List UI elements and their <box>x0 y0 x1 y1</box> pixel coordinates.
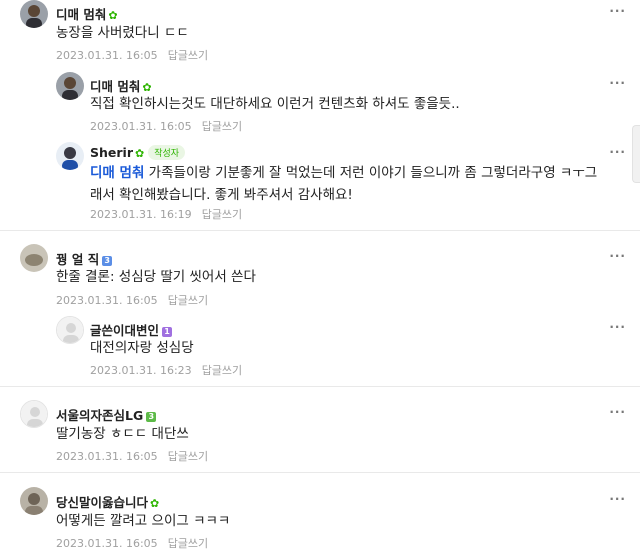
comment-date: 2023.01.31. 16:05 <box>90 120 192 133</box>
reply-button[interactable]: 답글쓰기 <box>202 364 242 377</box>
comment-date: 2023.01.31. 16:05 <box>56 294 158 307</box>
comment-meta: 2023.01.31. 16:05 답글쓰기 <box>56 448 208 464</box>
comment-date: 2023.01.31. 16:19 <box>90 208 192 221</box>
more-options-button[interactable]: ··· <box>609 320 626 334</box>
comment-body: 대전의자랑 성심당 <box>90 340 194 356</box>
reply-button[interactable]: 답글쓰기 <box>168 450 208 463</box>
more-options-button[interactable]: ··· <box>609 145 626 159</box>
comment-author[interactable]: Sherir ✿ 작성자 <box>90 145 186 160</box>
more-options-button[interactable]: ··· <box>609 4 626 18</box>
more-options-button[interactable]: ··· <box>609 405 626 419</box>
comment-meta: 2023.01.31. 16:05 답글쓰기 <box>56 535 208 551</box>
divider <box>0 472 640 473</box>
comment-text: 래서 확인해봤습니다. 좋게 봐주셔서 감사해요! <box>90 187 353 203</box>
author-badge: 작성자 <box>148 145 186 160</box>
leaf-icon: ✿ <box>108 9 118 22</box>
comment-author[interactable]: 당신말이옳습니다 ✿ <box>56 492 159 511</box>
leaf-icon: ✿ <box>135 147 145 160</box>
author-name[interactable]: 당신말이옳습니다 <box>56 495 148 510</box>
comment-body: 디매 멈춰 가족들이랑 기분좋게 잘 먹었는데 저런 이야기 들으니까 좀 그렇… <box>90 162 630 206</box>
avatar[interactable] <box>56 72 84 100</box>
avatar[interactable] <box>56 316 84 344</box>
comment-body: 딸기농장 ㅎㄷㄷ 대단쓰 <box>56 426 189 442</box>
author-name[interactable]: 꿩 얼 직 <box>56 252 99 267</box>
mention-link[interactable]: 디매 멈춰 <box>90 165 144 181</box>
more-options-button[interactable]: ··· <box>609 76 626 90</box>
author-name[interactable]: 글쓴이대변인 <box>90 323 159 338</box>
comment-date: 2023.01.31. 16:23 <box>90 364 192 377</box>
author-name[interactable]: 서울의자존심LG <box>56 408 143 423</box>
level-badge: 3 <box>146 412 157 422</box>
reply-button[interactable]: 답글쓰기 <box>202 208 242 221</box>
divider <box>0 230 640 231</box>
avatar[interactable] <box>20 487 48 515</box>
comment-date: 2023.01.31. 16:05 <box>56 537 158 550</box>
more-options-button[interactable]: ··· <box>609 492 626 506</box>
avatar[interactable] <box>20 244 48 272</box>
avatar[interactable] <box>56 142 84 170</box>
level-badge: 1 <box>162 327 173 337</box>
more-options-button[interactable]: ··· <box>609 249 626 263</box>
reply-button[interactable]: 답글쓰기 <box>168 49 208 62</box>
comment-author[interactable]: 서울의자존심LG 3 <box>56 405 157 424</box>
author-name[interactable]: 디매 멈춰 <box>90 79 140 94</box>
level-badge: 3 <box>102 256 113 266</box>
reply-button[interactable]: 답글쓰기 <box>168 537 208 550</box>
comment-author[interactable]: 디매 멈춰 ✿ <box>56 4 118 23</box>
comment-meta: 2023.01.31. 16:05 답글쓰기 <box>56 47 208 63</box>
avatar[interactable] <box>20 0 48 28</box>
author-name[interactable]: 디매 멈춰 <box>56 7 106 22</box>
comment-meta: 2023.01.31. 16:05 답글쓰기 <box>90 118 242 134</box>
comment-body: 어떻게든 깔려고 으이그 ㅋㅋㅋ <box>56 513 231 529</box>
comment-text: 가족들이랑 기분좋게 잘 먹었는데 저런 이야기 들으니까 좀 그렇더라구영 ㅋ… <box>144 165 598 181</box>
comment-meta: 2023.01.31. 16:23 답글쓰기 <box>90 362 242 378</box>
comment-date: 2023.01.31. 16:05 <box>56 49 158 62</box>
comment-body: 한줄 결론: 성심당 딸기 씻어서 쓴다 <box>56 269 256 285</box>
comment-body: 직접 확인하시는것도 대단하세요 이런거 컨텐츠화 하셔도 좋을듯.. <box>90 96 460 112</box>
avatar[interactable] <box>20 400 48 428</box>
reply-button[interactable]: 답글쓰기 <box>168 294 208 307</box>
divider <box>0 386 640 387</box>
comment-meta: 2023.01.31. 16:05 답글쓰기 <box>56 292 208 308</box>
comment-meta: 2023.01.31. 16:19 답글쓰기 <box>90 206 242 222</box>
reply-button[interactable]: 답글쓰기 <box>202 120 242 133</box>
leaf-icon: ✿ <box>150 497 160 510</box>
comment-body: 농장을 사버렸다니 ㄷㄷ <box>56 25 189 41</box>
scrollbar[interactable] <box>632 125 640 183</box>
author-name[interactable]: Sherir <box>90 145 133 160</box>
comment-date: 2023.01.31. 16:05 <box>56 450 158 463</box>
